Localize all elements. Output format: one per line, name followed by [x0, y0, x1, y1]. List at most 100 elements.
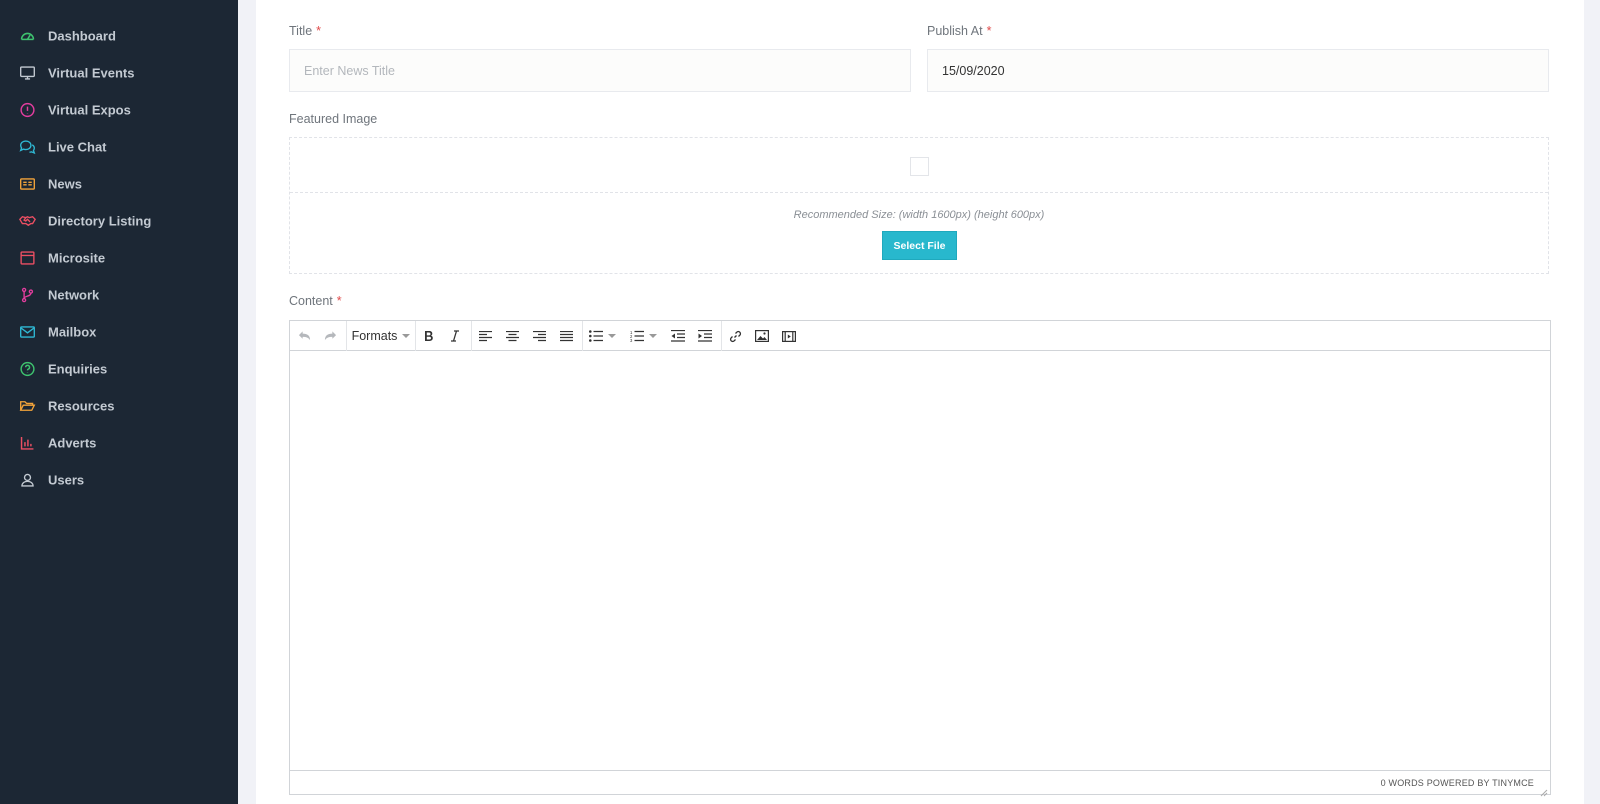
recommended-size-hint: Recommended Size: (width 1600px) (height… [793, 209, 1045, 221]
chevron-down-icon [607, 334, 616, 338]
bold-button[interactable] [418, 326, 438, 346]
image-icon [755, 330, 769, 342]
sidebar-item-label: Adverts [48, 435, 97, 450]
content-label: Content * [289, 294, 342, 308]
italic-icon [450, 330, 460, 342]
sidebar-item-label: Live Chat [48, 139, 107, 154]
sidebar-item-live-chat[interactable]: Live Chat [0, 128, 238, 165]
featured-image-label: Featured Image [289, 112, 378, 126]
editor-toolbar: Formats 123 [290, 321, 1550, 351]
insert-image-button[interactable] [751, 326, 773, 346]
sidebar-item-label: Virtual Expos [48, 102, 131, 117]
editor-content-area[interactable] [290, 351, 1550, 771]
featured-image-dropzone[interactable]: Recommended Size: (width 1600px) (height… [289, 137, 1549, 274]
undo-button[interactable] [294, 326, 314, 346]
redo-icon [324, 330, 337, 342]
editor-statusbar: 0 WORDS POWERED BY TINYMCE [290, 770, 1550, 797]
svg-text:3: 3 [630, 338, 633, 342]
toolbar-separator [415, 321, 416, 351]
sidebar-item-label: Microsite [48, 250, 106, 265]
outdent-icon [671, 330, 685, 342]
align-center-icon [505, 330, 519, 342]
numbered-list-icon: 123 [630, 330, 644, 342]
insert-link-button[interactable] [724, 326, 746, 346]
publish-at-input[interactable] [927, 49, 1549, 92]
sidebar-item-label: Enquiries [48, 361, 108, 376]
toolbar-separator [346, 321, 347, 351]
sidebar-item-label: Network [48, 287, 100, 302]
dashboard-icon [19, 27, 36, 44]
link-icon [729, 330, 742, 343]
sidebar-item-label: Users [48, 472, 85, 487]
bold-icon [423, 330, 434, 342]
sidebar-item-microsite[interactable]: Microsite [0, 239, 238, 276]
outdent-button[interactable] [667, 326, 689, 346]
sidebar-item-label: Dashboard [48, 28, 116, 43]
info-circle-icon [19, 101, 36, 118]
word-count-status: 0 WORDS POWERED BY TINYMCE [1380, 778, 1534, 788]
question-circle-icon [19, 360, 36, 377]
resize-handle-icon[interactable] [1540, 784, 1548, 797]
align-justify-button[interactable] [555, 326, 577, 346]
sidebar-item-mailbox[interactable]: Mailbox [0, 313, 238, 350]
sidebar-item-label: Resources [48, 398, 115, 413]
title-label: Title * [289, 24, 321, 38]
indent-icon [698, 330, 712, 342]
sidebar-item-news[interactable]: News [0, 165, 238, 202]
sidebar-item-virtual-events[interactable]: Virtual Events [0, 54, 238, 91]
toolbar-separator [471, 321, 472, 351]
sidebar-item-users[interactable]: Users [0, 461, 238, 498]
align-left-button[interactable] [474, 326, 496, 346]
required-mark: * [336, 294, 342, 308]
required-mark: * [986, 24, 992, 38]
toolbar-separator [582, 321, 583, 351]
toolbar-separator [721, 321, 722, 351]
user-icon [19, 471, 36, 488]
sidebar-item-directory-listing[interactable]: Directory Listing [0, 202, 238, 239]
undo-icon [298, 330, 311, 342]
publish-at-label: Publish At * [927, 24, 991, 38]
sidebar-item-network[interactable]: Network [0, 276, 238, 313]
chevron-down-icon [402, 334, 411, 338]
bullet-list-icon [588, 330, 603, 342]
content-label-text: Content [289, 294, 333, 308]
handshake-icon [19, 212, 36, 229]
mail-icon [19, 323, 36, 340]
title-label-text: Title [289, 24, 313, 38]
align-right-icon [532, 330, 546, 342]
sidebar-item-label: Virtual Events [48, 65, 135, 80]
redo-button[interactable] [320, 326, 340, 346]
indent-button[interactable] [694, 326, 716, 346]
align-justify-icon [559, 330, 573, 342]
chevron-down-icon [648, 334, 657, 338]
sidebar: Dashboard Virtual Events Virtual Expos L… [0, 0, 238, 804]
branch-icon [19, 286, 36, 303]
image-placeholder-thumbnail [910, 157, 929, 176]
publish-at-label-text: Publish At [927, 24, 983, 38]
italic-button[interactable] [445, 326, 465, 346]
rich-text-editor: Formats 123 0 WORDS POWERED BY TINYMCE [289, 320, 1551, 797]
media-icon [782, 330, 796, 342]
align-right-button[interactable] [528, 326, 550, 346]
sidebar-item-enquiries[interactable]: Enquiries [0, 350, 238, 387]
browser-window-icon [19, 249, 36, 266]
sidebar-item-label: News [48, 176, 82, 191]
select-file-button[interactable]: Select File [882, 231, 957, 260]
bullet-list-button[interactable] [585, 326, 619, 346]
numbered-list-button[interactable]: 123 [625, 326, 661, 346]
sidebar-item-virtual-expos[interactable]: Virtual Expos [0, 91, 238, 128]
insert-media-button[interactable] [778, 326, 800, 346]
formats-label: Formats [351, 329, 398, 343]
bar-chart-icon [19, 434, 36, 451]
chat-icon [19, 138, 36, 155]
align-center-button[interactable] [501, 326, 523, 346]
required-mark: * [316, 24, 322, 38]
newspaper-icon [19, 175, 36, 192]
sidebar-item-label: Directory Listing [48, 213, 152, 228]
sidebar-item-resources[interactable]: Resources [0, 387, 238, 424]
formats-dropdown[interactable]: Formats [350, 326, 412, 346]
image-preview-area [290, 138, 1548, 193]
sidebar-item-adverts[interactable]: Adverts [0, 424, 238, 461]
title-input[interactable] [289, 49, 911, 92]
sidebar-item-dashboard[interactable]: Dashboard [0, 17, 238, 54]
